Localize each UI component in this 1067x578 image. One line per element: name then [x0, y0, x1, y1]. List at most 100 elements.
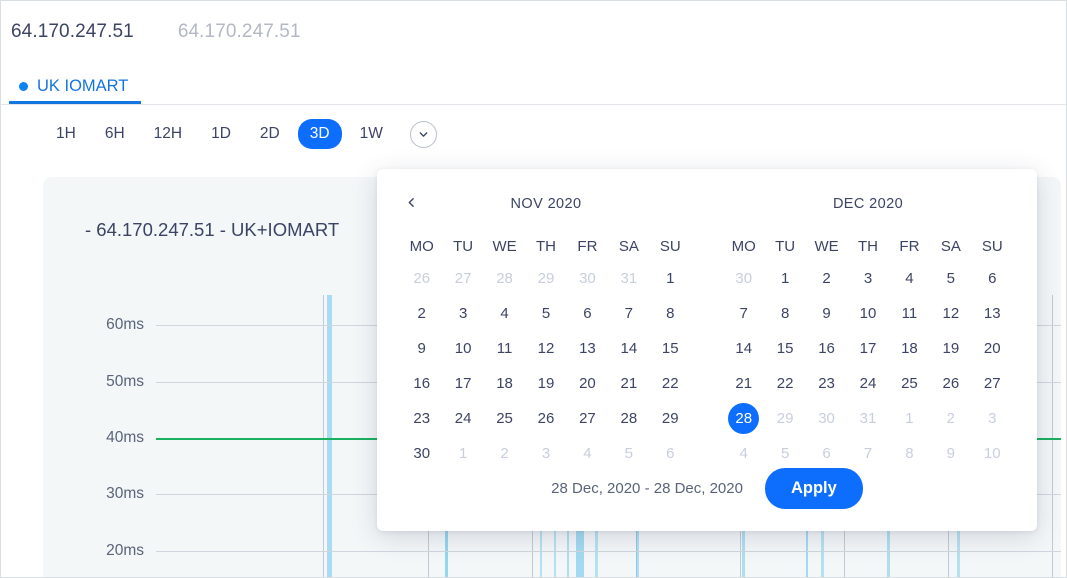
calendar-day-label: 2 — [946, 410, 956, 427]
calendar-month: NOV 2020 MO TU WE TH FR SA SU 26 27 28 29 30 31 1 2 3 4 5 6… — [401, 189, 691, 471]
calendar-day[interactable]: 24 — [847, 366, 888, 401]
calendar-day[interactable]: 26 — [930, 366, 971, 401]
calendar-day[interactable]: 26 — [525, 401, 566, 436]
calendar-day[interactable]: 5 — [930, 261, 971, 296]
range-button-1d[interactable]: 1D — [200, 120, 242, 148]
calendar-day[interactable]: 11 — [889, 296, 930, 331]
calendar-day[interactable]: 3 — [847, 261, 888, 296]
calendar-day: 9 — [930, 436, 971, 471]
calendar-day[interactable]: 14 — [723, 331, 764, 366]
calendar-day[interactable]: 5 — [525, 296, 566, 331]
calendar-day-label: 11 — [496, 340, 513, 357]
calendar-day[interactable]: 8 — [650, 296, 691, 331]
calendar-day[interactable]: 18 — [889, 331, 930, 366]
calendar-day[interactable]: 20 — [567, 366, 608, 401]
calendar-day[interactable]: 8 — [764, 296, 805, 331]
calendar-day-label: 12 — [942, 305, 960, 322]
calendar-day[interactable]: 17 — [847, 331, 888, 366]
calendar-day-label: 20 — [983, 340, 1001, 357]
calendar-day[interactable]: 17 — [442, 366, 483, 401]
calendar-day[interactable]: 2 — [806, 261, 847, 296]
calendar-day[interactable]: 22 — [650, 366, 691, 401]
calendar-day[interactable]: 11 — [484, 331, 525, 366]
calendar-day: 1 — [889, 401, 930, 436]
calendar-day[interactable]: 16 — [806, 331, 847, 366]
range-more-button[interactable] — [409, 120, 437, 148]
range-button-6h[interactable]: 6H — [94, 120, 136, 148]
calendar-day-selected[interactable]: 28 — [723, 401, 764, 436]
chart-vertical-gridline — [1051, 295, 1053, 577]
calendar-day[interactable]: 3 — [442, 296, 483, 331]
range-button-12h[interactable]: 12H — [143, 120, 193, 148]
calendar-day[interactable]: 25 — [484, 401, 525, 436]
calendar-day[interactable]: 4 — [889, 261, 930, 296]
calendar-day[interactable]: 18 — [484, 366, 525, 401]
calendar-day: 3 — [972, 401, 1013, 436]
calendar-day-label: 14 — [735, 340, 753, 357]
calendar-day[interactable]: 6 — [567, 296, 608, 331]
calendar-day[interactable]: 19 — [525, 366, 566, 401]
range-button-3d[interactable]: 3D — [297, 119, 342, 149]
calendar-day[interactable]: 30 — [401, 436, 442, 471]
calendar-day-label: 4 — [905, 270, 914, 287]
calendar-day[interactable]: 22 — [764, 366, 805, 401]
calendar-day[interactable]: 16 — [401, 366, 442, 401]
calendar-day[interactable]: 6 — [972, 261, 1013, 296]
calendar-day[interactable]: 24 — [442, 401, 483, 436]
calendar-day[interactable]: 13 — [567, 331, 608, 366]
calendar-day[interactable]: 23 — [806, 366, 847, 401]
calendar-day-label: 2 — [417, 305, 426, 322]
calendar-day-label: 21 — [620, 375, 638, 392]
range-button-2d[interactable]: 2D — [249, 120, 291, 148]
calendar-day[interactable]: 21 — [608, 366, 649, 401]
apply-button[interactable]: Apply — [764, 468, 863, 509]
calendar-day[interactable]: 19 — [930, 331, 971, 366]
calendar-day[interactable]: 2 — [401, 296, 442, 331]
calendar-day[interactable]: 13 — [972, 296, 1013, 331]
tab-uk-iomart[interactable]: UK IOMART — [9, 77, 138, 104]
calendar-day[interactable]: 10 — [442, 331, 483, 366]
calendar-day[interactable]: 1 — [764, 261, 805, 296]
calendar-day-label: 31 — [620, 270, 638, 287]
calendar-day[interactable]: 29 — [650, 401, 691, 436]
calendar-day-label: 28 — [735, 410, 753, 427]
calendar-day[interactable]: 7 — [723, 296, 764, 331]
range-button-1h[interactable]: 1H — [45, 120, 87, 148]
calendar-month-title: NOV 2020 — [510, 196, 582, 212]
calendar-day[interactable]: 14 — [608, 331, 649, 366]
calendar-day-label: 26 — [413, 270, 431, 287]
calendar-day-label: 11 — [901, 305, 918, 322]
calendar-day-label: 9 — [822, 305, 831, 322]
calendar-day[interactable]: 10 — [847, 296, 888, 331]
calendar-day-label: 23 — [413, 410, 431, 427]
calendar-prev-button[interactable] — [399, 189, 423, 215]
calendar-day[interactable]: 25 — [889, 366, 930, 401]
calendar-grid: MO TU WE TH FR SA SU 30 1 2 3 4 5 6 7 8 9 10 11 12 13 14 15 16 1… — [723, 231, 1013, 471]
calendar-day[interactable]: 4 — [484, 296, 525, 331]
calendar-day[interactable]: 12 — [930, 296, 971, 331]
calendar-day[interactable]: 1 — [650, 261, 691, 296]
calendar-day-label: 27 — [579, 410, 596, 427]
calendar-day[interactable]: 28 — [608, 401, 649, 436]
calendar-day[interactable]: 12 — [525, 331, 566, 366]
calendar-day: 1 — [442, 436, 483, 471]
calendar-day-label: 30 — [818, 410, 835, 427]
calendar-day-label: 30 — [735, 270, 753, 287]
calendar-day[interactable]: 7 — [608, 296, 649, 331]
calendar-day[interactable]: 20 — [972, 331, 1013, 366]
calendar-day-label: 28 — [496, 270, 513, 287]
calendar-day[interactable]: 27 — [567, 401, 608, 436]
calendar-day-label: 7 — [624, 305, 634, 322]
calendar-day[interactable]: 15 — [764, 331, 805, 366]
calendar-day-label: 3 — [988, 410, 997, 427]
calendar-day-label: 4 — [500, 305, 509, 322]
calendar-day[interactable]: 15 — [650, 331, 691, 366]
calendar-day[interactable]: 9 — [401, 331, 442, 366]
calendar-day: 28 — [484, 261, 525, 296]
calendar-day[interactable]: 27 — [972, 366, 1013, 401]
calendar-weekday-header: SU — [659, 237, 681, 255]
calendar-day[interactable]: 21 — [723, 366, 764, 401]
calendar-day[interactable]: 23 — [401, 401, 442, 436]
range-button-1w[interactable]: 1W — [349, 120, 394, 148]
calendar-day[interactable]: 9 — [806, 296, 847, 331]
